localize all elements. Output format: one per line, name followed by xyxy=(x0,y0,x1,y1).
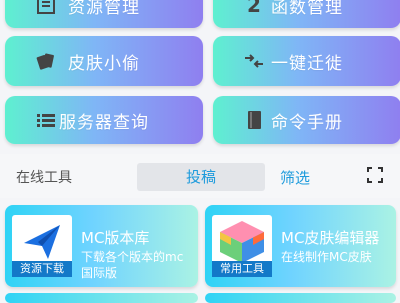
resource-manage-button[interactable]: 资源管理 xyxy=(5,0,203,28)
tab-submit[interactable]: 投稿 xyxy=(137,163,265,191)
card-title: MC皮肤编辑器 xyxy=(281,229,380,247)
card-description: 在线制作MC皮肤 xyxy=(281,250,372,264)
card-description: 下载各个版本的mc国际版 xyxy=(81,250,184,280)
card-title: MC版本库 xyxy=(81,229,150,247)
one-click-migrate-button[interactable]: 一键迁徙 xyxy=(213,36,400,86)
tab-filter[interactable]: 筛选 xyxy=(280,167,310,188)
common-tools-badge: 常用工具 xyxy=(212,261,272,277)
resource-download-badge: 资源下载 xyxy=(12,261,72,277)
mc-version-library-card[interactable]: 资源下载 MC版本库 下载各个版本的mc国际版 xyxy=(5,205,198,287)
one-click-migrate-label: 一键迁徙 xyxy=(271,53,343,74)
next-card-right xyxy=(205,293,396,303)
tool-tabs: 在线工具 投稿 筛选 xyxy=(0,154,400,198)
command-manual-button[interactable]: 命令手册 xyxy=(213,96,400,144)
skin-stealer-label: 皮肤小偷 xyxy=(68,53,140,74)
function-manage-button[interactable]: 2 函数管理 xyxy=(213,0,400,28)
online-tools-title: 在线工具 xyxy=(16,170,72,186)
server-query-label: 服务器查询 xyxy=(59,112,149,133)
fullscreen-icon[interactable] xyxy=(367,167,383,183)
skin-stealer-button[interactable]: 皮肤小偷 xyxy=(5,36,203,86)
command-manual-label: 命令手册 xyxy=(271,112,343,133)
mc-skin-editor-card[interactable]: 常用工具 MC皮肤编辑器 在线制作MC皮肤 xyxy=(205,205,396,287)
resource-manage-label: 资源管理 xyxy=(68,0,140,18)
server-query-button[interactable]: 服务器查询 xyxy=(5,96,203,144)
function-manage-label: 函数管理 xyxy=(271,0,343,18)
next-card-left xyxy=(5,293,198,303)
